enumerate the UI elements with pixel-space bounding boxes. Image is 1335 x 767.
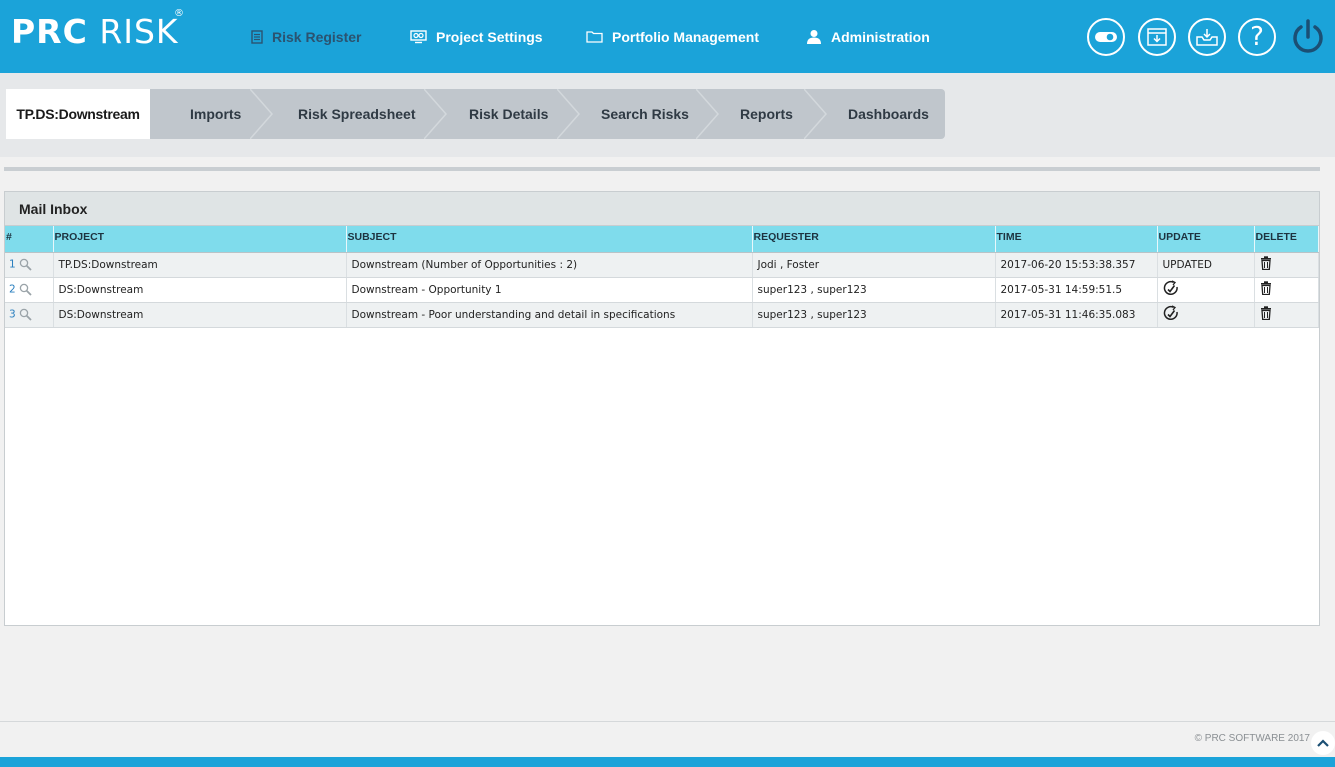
settings-monitor-icon <box>410 29 427 43</box>
requester-cell: Jodi , Foster <box>752 252 996 278</box>
time-cell: 2017-06-20 15:53:38.357 <box>995 252 1158 278</box>
nav-portfolio-management-label: Portfolio Management <box>612 28 760 45</box>
tab-risk-details[interactable]: Risk Details <box>469 89 548 139</box>
table-row[interactable]: 1 TP.DS:Downstream Downstream (Number of… <box>5 252 1319 278</box>
inbox-download-button[interactable] <box>1188 18 1226 56</box>
row-number[interactable]: 3 <box>9 309 16 321</box>
update-status-cell: UPDATED <box>1157 252 1255 278</box>
nav-risk-register[interactable]: Risk Register <box>251 0 361 73</box>
subject-cell: Downstream (Number of Opportunities : 2) <box>346 252 753 278</box>
mail-inbox-panel: Mail Inbox # PROJECT SUBJECT REQUESTER T… <box>4 191 1320 626</box>
update-cell <box>1157 277 1255 303</box>
bottom-bar <box>0 757 1335 767</box>
update-icon[interactable] <box>1163 305 1179 321</box>
column-header-project[interactable]: PROJECT <box>53 226 347 253</box>
row-number-cell: 1 <box>5 252 54 278</box>
footer-divider <box>0 721 1335 722</box>
folder-icon <box>586 31 603 43</box>
column-header-requester[interactable]: REQUESTER <box>752 226 996 253</box>
magnifier-icon[interactable] <box>19 283 32 296</box>
tab-search-risks[interactable]: Search Risks <box>601 89 689 139</box>
time-cell: 2017-05-31 11:46:35.083 <box>995 302 1158 328</box>
help-icon: ? <box>1250 22 1264 52</box>
breadcrumb-tabs: TP.DS:Downstream Imports Risk Spreadshee… <box>6 89 945 139</box>
tab-risk-spreadsheet[interactable]: Risk Spreadsheet <box>298 89 416 139</box>
tab-separator <box>696 89 719 139</box>
subject-cell: Downstream - Poor understanding and deta… <box>346 302 753 328</box>
prc-risk-logo[interactable]: PRC RISK ® <box>11 8 184 51</box>
row-number-cell: 2 <box>5 277 54 303</box>
tab-separator <box>557 89 580 139</box>
nav-project-settings-label: Project Settings <box>436 28 543 45</box>
update-cell <box>1157 302 1255 328</box>
mail-inbox-title: Mail Inbox <box>5 192 1319 226</box>
logo-bold: PRC <box>11 12 88 51</box>
tab-separator <box>250 89 273 139</box>
logo-registered-mark: ® <box>174 8 185 19</box>
tab-strip: TP.DS:Downstream Imports Risk Spreadshee… <box>0 73 1335 157</box>
tab-separator <box>804 89 827 139</box>
delete-cell <box>1254 252 1319 278</box>
tab-dashboards[interactable]: Dashboards <box>848 89 929 139</box>
column-header-time[interactable]: TIME <box>995 226 1158 253</box>
subject-cell: Downstream - Opportunity 1 <box>346 277 753 303</box>
table-header-row: # PROJECT SUBJECT REQUESTER TIME UPDATE … <box>5 226 1319 253</box>
mail-inbox-table: # PROJECT SUBJECT REQUESTER TIME UPDATE … <box>5 226 1319 328</box>
magnifier-icon[interactable] <box>19 308 32 321</box>
magnifier-icon[interactable] <box>19 258 32 271</box>
nav-portfolio-management[interactable]: Portfolio Management <box>586 0 759 73</box>
calendar-download-icon <box>1147 28 1167 46</box>
row-number-cell: 3 <box>5 302 54 328</box>
nav-risk-register-label: Risk Register <box>272 28 362 45</box>
tab-imports[interactable]: Imports <box>190 89 241 139</box>
time-cell: 2017-05-31 14:59:51.5 <box>995 277 1158 303</box>
requester-cell: super123 , super123 <box>752 277 996 303</box>
tab-separator <box>424 89 447 139</box>
trash-icon[interactable] <box>1260 256 1272 271</box>
column-header-update[interactable]: UPDATE <box>1157 226 1255 253</box>
help-button[interactable]: ? <box>1238 18 1276 56</box>
column-header-number[interactable]: # <box>5 226 54 253</box>
table-row[interactable]: 2 DS:Downstream Downstream - Opportunity… <box>5 277 1319 303</box>
calendar-download-button[interactable] <box>1138 18 1176 56</box>
tab-project-downstream[interactable]: TP.DS:Downstream <box>6 89 150 139</box>
update-icon[interactable] <box>1163 280 1179 296</box>
column-header-subject[interactable]: SUBJECT <box>346 226 753 253</box>
inbox-download-icon <box>1196 29 1218 46</box>
user-icon <box>807 30 821 44</box>
top-header: PRC RISK ® Risk Register Project Setting… <box>0 0 1335 73</box>
column-header-delete[interactable]: DELETE <box>1254 226 1319 253</box>
list-icon <box>251 29 263 44</box>
delete-cell <box>1254 302 1319 328</box>
content-divider <box>4 167 1320 171</box>
chevron-up-icon <box>1317 739 1329 747</box>
row-number[interactable]: 1 <box>9 259 16 271</box>
requester-cell: super123 , super123 <box>752 302 996 328</box>
trash-icon[interactable] <box>1260 306 1272 321</box>
nav-project-settings[interactable]: Project Settings <box>410 0 543 73</box>
toggle-icon <box>1095 32 1117 42</box>
project-cell: DS:Downstream <box>53 277 347 303</box>
power-icon <box>1293 19 1323 53</box>
row-number[interactable]: 2 <box>9 284 16 296</box>
table-row[interactable]: 3 DS:Downstream Downstream - Poor unders… <box>5 302 1319 328</box>
project-cell: TP.DS:Downstream <box>53 252 347 278</box>
logo-thin: RISK <box>99 12 179 51</box>
tab-reports[interactable]: Reports <box>740 89 793 139</box>
project-cell: DS:Downstream <box>53 302 347 328</box>
power-button[interactable] <box>1289 18 1327 56</box>
nav-administration[interactable]: Administration <box>806 0 930 73</box>
delete-cell <box>1254 277 1319 303</box>
scroll-to-top-button[interactable] <box>1311 731 1335 755</box>
trash-icon[interactable] <box>1260 281 1272 296</box>
copyright-text: © PRC SOFTWARE 2017 <box>1194 733 1310 744</box>
toggle-button[interactable] <box>1087 18 1125 56</box>
nav-administration-label: Administration <box>831 28 930 45</box>
